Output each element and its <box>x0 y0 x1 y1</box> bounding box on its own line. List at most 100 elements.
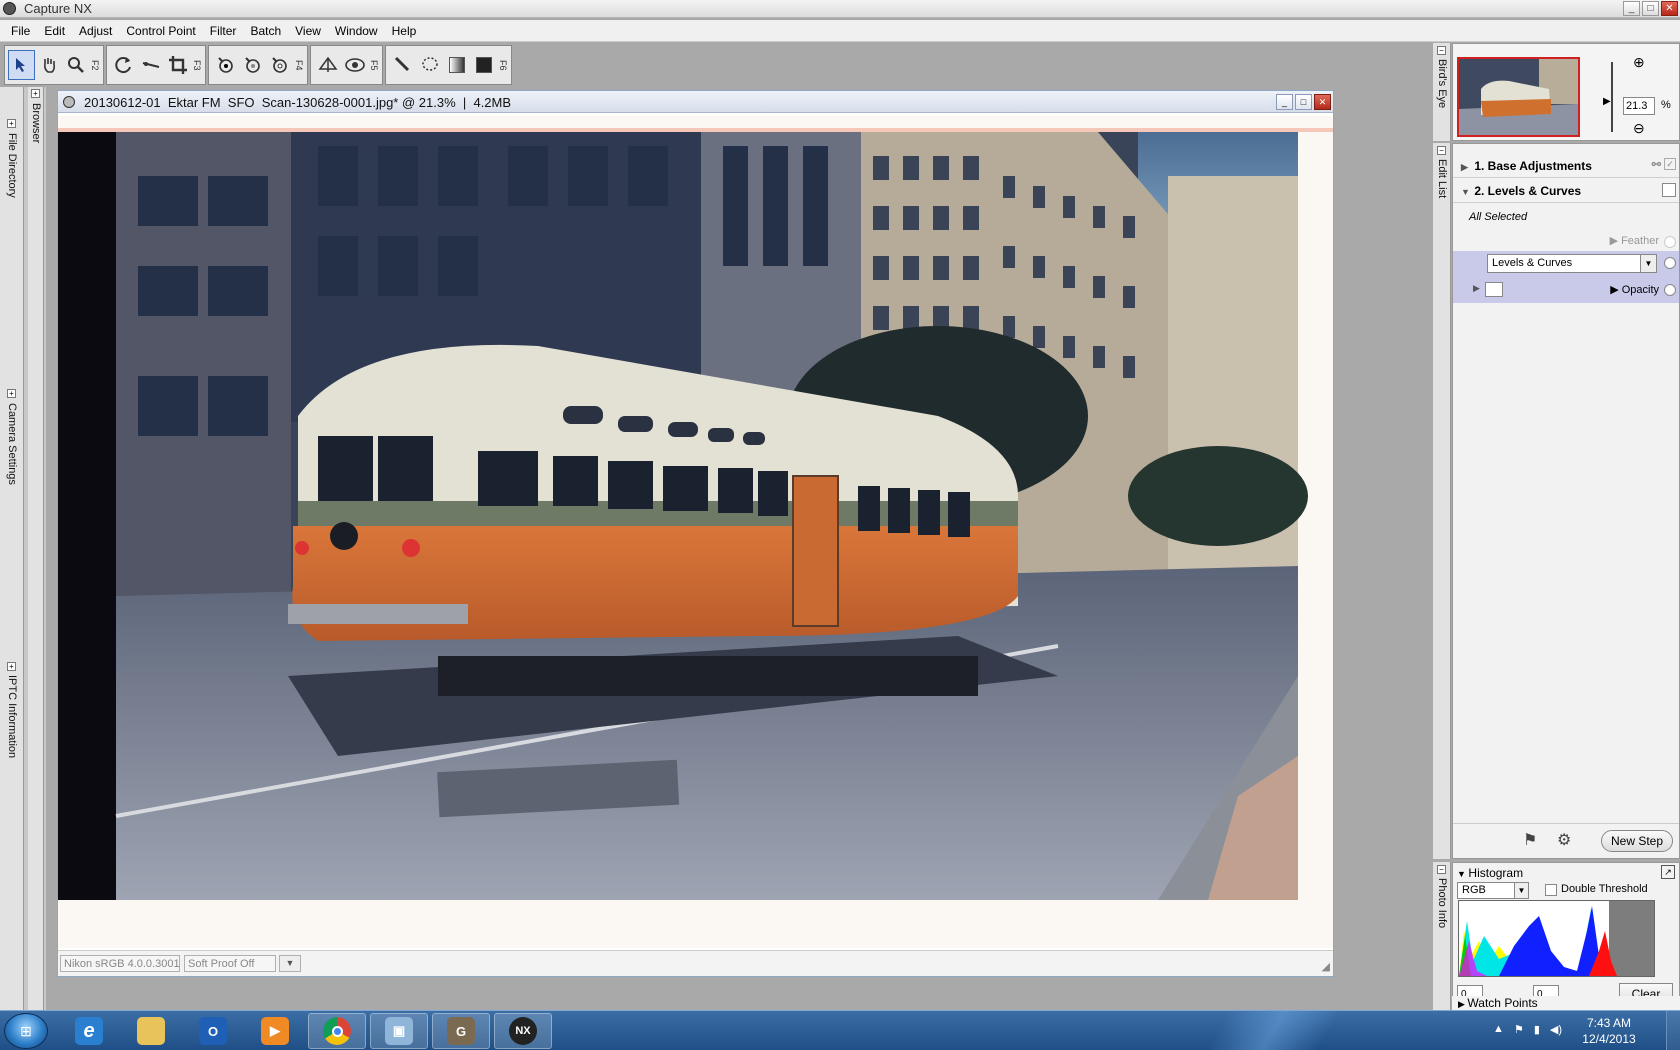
taskbar-media-player[interactable]: ▶ <box>246 1013 304 1049</box>
zoom-tool-icon[interactable] <box>62 50 89 80</box>
step-levels-curves[interactable]: ▼ 2. Levels & Curves <box>1453 179 1679 203</box>
menu-help[interactable]: Help <box>385 20 424 41</box>
expand-icon[interactable]: + <box>7 119 16 128</box>
dropdown-arrow-icon[interactable]: ▼ <box>1514 883 1528 898</box>
opacity-row[interactable]: ▶ ▶ Opacity <box>1453 277 1679 303</box>
system-clock[interactable]: 7:43 AM 12/4/2013 <box>1574 1015 1644 1047</box>
menu-batch[interactable]: Batch <box>243 20 288 41</box>
red-eye-tool-icon[interactable] <box>314 50 341 80</box>
adjustment-dropdown[interactable]: Levels & Curves ▼ <box>1487 254 1657 273</box>
streetcar-photo <box>58 116 1333 948</box>
feather-control[interactable]: ▶ Feather <box>1610 234 1659 247</box>
hand-tool-icon[interactable] <box>35 50 62 80</box>
resize-grip-icon[interactable]: ◢ <box>1322 960 1330 973</box>
menu-file[interactable]: File <box>4 20 37 41</box>
channel-dropdown[interactable]: RGB ▼ <box>1457 882 1529 899</box>
adjustment-radio[interactable] <box>1664 257 1676 269</box>
birds-eye-thumbnail[interactable] <box>1457 57 1580 137</box>
fill-tool-icon[interactable] <box>470 50 497 80</box>
collapse-icon[interactable]: − <box>1437 146 1446 155</box>
neutral-control-point-icon[interactable] <box>239 50 266 80</box>
maximize-button[interactable]: □ <box>1642 1 1659 16</box>
flag-icon[interactable]: ⚑ <box>1523 830 1537 850</box>
watch-points-header[interactable]: ▶ Watch Points <box>1452 996 1680 1010</box>
histogram-header[interactable]: ▼ Histogram <box>1457 866 1523 880</box>
expand-arrow-icon[interactable]: ▶ <box>1473 283 1480 294</box>
close-button[interactable]: ✕ <box>1661 1 1678 16</box>
new-step-button[interactable]: New Step <box>1601 830 1673 852</box>
taskbar-capture-nx[interactable]: NX <box>494 1013 552 1049</box>
zoom-out-icon[interactable]: ⊖ <box>1633 120 1645 137</box>
opacity-radio[interactable] <box>1664 284 1676 296</box>
collapse-arrow-icon[interactable]: ▼ <box>1461 187 1471 197</box>
link-icon[interactable]: ⚯ <box>1652 158 1661 171</box>
expand-arrow-icon[interactable]: ▶ <box>1461 162 1471 173</box>
menu-adjust[interactable]: Adjust <box>72 20 119 41</box>
tray-arrow-icon[interactable]: ▲ <box>1493 1023 1504 1036</box>
network-icon[interactable]: ▮ <box>1534 1023 1540 1036</box>
brush-tool-icon[interactable] <box>389 50 416 80</box>
step-enable-checkbox[interactable]: ✓ <box>1664 158 1676 170</box>
tab-photo-info[interactable]: Photo Info <box>1436 878 1448 928</box>
soft-proof-field[interactable]: Soft Proof Off <box>184 955 276 972</box>
menu-edit[interactable]: Edit <box>37 20 72 41</box>
expand-icon[interactable]: + <box>31 89 40 98</box>
collapse-icon[interactable]: − <box>1437 46 1446 55</box>
step-enable-checkbox[interactable] <box>1662 183 1676 197</box>
direct-select-tool-icon[interactable] <box>8 50 35 80</box>
step-base-adjustments[interactable]: ▶ 1. Base Adjustments ⚯ ✓ <box>1453 154 1679 178</box>
collapse-icon[interactable]: − <box>1437 865 1446 874</box>
taskbar-outlook[interactable]: O <box>184 1013 242 1049</box>
action-center-flag-icon[interactable]: ⚑ <box>1514 1023 1524 1036</box>
opacity-control[interactable]: ▶ Opacity <box>1610 283 1659 296</box>
double-threshold-label: Double Threshold <box>1561 883 1648 895</box>
doc-close-button[interactable]: ✕ <box>1314 94 1331 110</box>
minimize-button[interactable]: _ <box>1623 1 1640 16</box>
doc-maximize-button[interactable]: □ <box>1295 94 1312 110</box>
pick-point-icon[interactable]: ↗ <box>1661 865 1675 879</box>
taskbar-internet-explorer[interactable]: e <box>60 1013 118 1049</box>
menu-window[interactable]: Window <box>328 20 385 41</box>
histogram-graph[interactable] <box>1458 900 1655 977</box>
auto-retouch-tool-icon[interactable] <box>341 50 368 80</box>
gear-icon[interactable]: ⚙ <box>1557 830 1571 850</box>
doc-minimize-button[interactable]: _ <box>1276 94 1293 110</box>
tab-iptc-information[interactable]: IPTC Information <box>6 675 18 758</box>
image-canvas[interactable] <box>58 116 1333 948</box>
menu-view[interactable]: View <box>288 20 328 41</box>
menu-control-point[interactable]: Control Point <box>119 20 202 41</box>
rotate-tool-icon[interactable] <box>110 50 137 80</box>
white-control-point-icon[interactable] <box>266 50 293 80</box>
mask-thumbnail[interactable] <box>1485 282 1503 297</box>
taskbar-gimp[interactable]: G <box>432 1013 490 1049</box>
expand-icon[interactable]: + <box>7 662 16 671</box>
adjustment-row[interactable]: Levels & Curves ▼ <box>1453 251 1679 277</box>
black-control-point-icon[interactable] <box>212 50 239 80</box>
crop-tool-icon[interactable] <box>164 50 191 80</box>
zoom-input[interactable] <box>1623 97 1655 115</box>
soft-proof-dropdown-icon[interactable]: ▼ <box>279 955 301 972</box>
start-button[interactable]: ⊞ <box>4 1013 48 1049</box>
tab-file-directory[interactable]: File Directory <box>6 133 18 198</box>
lasso-tool-icon[interactable] <box>416 50 443 80</box>
zoom-slider-thumb-icon[interactable]: ▶ <box>1603 96 1611 107</box>
tab-browser[interactable]: Browser <box>30 103 42 143</box>
expand-icon[interactable]: + <box>7 389 16 398</box>
taskbar-chrome[interactable] <box>308 1013 366 1049</box>
dropdown-arrow-icon[interactable]: ▼ <box>1640 255 1656 272</box>
zoom-in-icon[interactable]: ⊕ <box>1633 54 1645 71</box>
double-threshold-checkbox[interactable] <box>1545 884 1557 896</box>
tab-edit-list[interactable]: Edit List <box>1436 159 1448 198</box>
tab-camera-settings[interactable]: Camera Settings <box>6 403 18 485</box>
taskbar-file-explorer[interactable] <box>122 1013 180 1049</box>
gradient-tool-icon[interactable] <box>443 50 470 80</box>
zoom-slider[interactable] <box>1611 62 1613 132</box>
menu-filter[interactable]: Filter <box>203 20 244 41</box>
straighten-tool-icon[interactable] <box>137 50 164 80</box>
tab-birds-eye[interactable]: Bird's Eye <box>1436 59 1448 108</box>
feather-radio[interactable] <box>1664 236 1676 248</box>
taskbar-photo-viewer[interactable]: ▣ <box>370 1013 428 1049</box>
collapse-arrow-icon: ▼ <box>1457 869 1469 879</box>
show-desktop-button[interactable] <box>1666 1011 1680 1050</box>
volume-icon[interactable]: ◀) <box>1550 1023 1562 1036</box>
